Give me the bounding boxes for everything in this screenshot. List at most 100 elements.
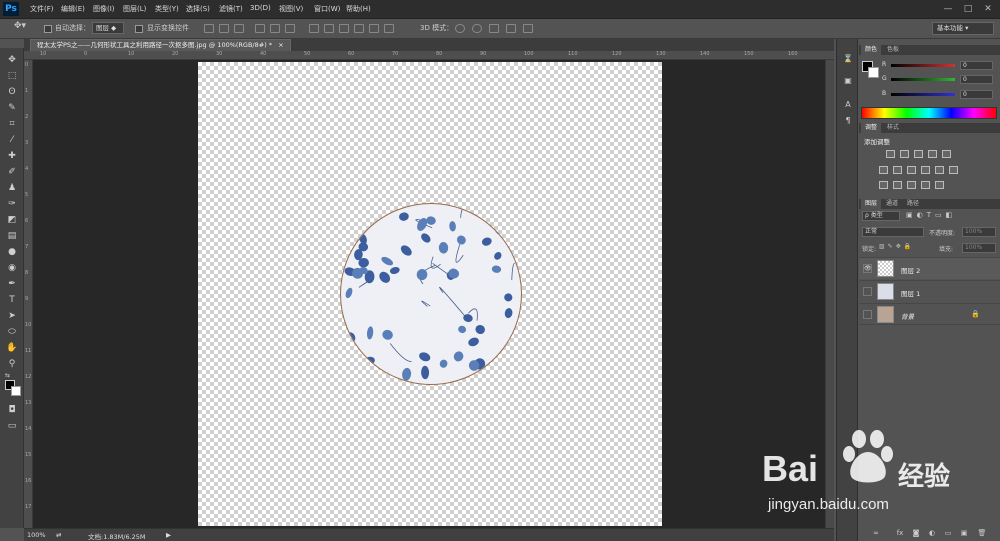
hue-saturation-icon[interactable] [879,166,888,174]
brightness-contrast-icon[interactable] [886,150,895,158]
tab-styles[interactable]: 样式 [883,123,903,133]
layer-name[interactable]: 背景 [901,311,914,321]
history-brush-tool-icon[interactable]: ✑ [5,198,19,210]
posterize-icon[interactable] [893,181,902,189]
link-layers-icon[interactable]: ∞ [871,529,881,538]
distribute-vcenter-icon[interactable] [324,24,334,33]
color-spectrum-ramp[interactable] [861,107,997,119]
delete-layer-icon[interactable]: 🗑 [977,529,987,538]
opacity-field[interactable]: 100% [962,227,996,237]
distribute-bottom-icon[interactable] [339,24,349,33]
blend-mode-dropdown[interactable]: 正常 [862,227,924,237]
align-left-icon[interactable] [255,24,265,33]
color-lookup-icon[interactable] [949,166,958,174]
tab-color[interactable]: 颜色 [861,45,882,55]
distribute-left-icon[interactable] [354,24,364,33]
swap-colors-icon[interactable]: ⇆ [5,372,19,380]
channel-mixer-icon[interactable] [935,166,944,174]
zoom-tool-icon[interactable]: ⚲ [5,358,19,370]
layer-row[interactable]: 背景 🔒 [859,303,1000,325]
path-selection-tool-icon[interactable]: ➤ [5,310,19,322]
gradient-tool-icon[interactable]: ▤ [5,230,19,242]
hand-tool-icon[interactable]: ✋ [5,342,19,354]
color-balance-icon[interactable] [893,166,902,174]
type-tool-icon[interactable]: T [5,294,19,306]
vertical-scrollbar[interactable] [825,60,834,528]
paragraph-panel-icon[interactable]: ¶ [841,115,855,127]
3d-roll-icon[interactable] [472,24,482,33]
layer-row[interactable]: 👁 图层 2 [859,257,1000,279]
history-panel-icon[interactable]: ⌛ [841,53,855,65]
3d-pan-icon[interactable] [489,24,499,33]
layer-style-icon[interactable]: fx [895,529,905,538]
menu-window[interactable]: 窗口(W) [314,4,340,14]
screen-mode-icon[interactable]: ▭ [5,420,19,432]
channel-b-slider[interactable] [891,93,955,96]
vibrance-icon[interactable] [942,150,951,158]
eyedropper-tool-icon[interactable]: ⁄ [5,134,19,146]
auto-select-dropdown[interactable]: 图层 ◆ [92,22,124,34]
tab-layers[interactable]: 图层 [861,199,882,209]
tab-channels[interactable]: 通道 [882,199,902,209]
close-window-button[interactable]: ✕ [978,1,998,17]
selective-color-icon[interactable] [935,181,944,189]
visibility-eye-icon[interactable]: 👁 [863,264,872,273]
crop-tool-icon[interactable]: ⌗ [5,118,19,130]
fill-field[interactable]: 100% [962,243,996,253]
new-layer-icon[interactable]: ▣ [959,529,969,538]
levels-icon[interactable] [900,150,909,158]
quick-mask-icon[interactable]: ◘ [5,404,19,416]
minimize-button[interactable]: — [938,1,958,17]
properties-panel-icon[interactable]: ▣ [841,75,855,87]
distribute-right-icon[interactable] [384,24,394,33]
eraser-tool-icon[interactable]: ◩ [5,214,19,226]
black-white-icon[interactable] [907,166,916,174]
menu-help[interactable]: 帮助(H) [346,4,371,14]
ellipse-tool-icon[interactable]: ⬭ [5,326,19,338]
distribute-hcenter-icon[interactable] [369,24,379,33]
tab-paths[interactable]: 路径 [903,199,923,209]
marquee-tool-icon[interactable]: ⬚ [5,70,19,82]
clone-stamp-tool-icon[interactable]: ♟ [5,182,19,194]
menu-file[interactable]: 文件(F) [30,4,54,14]
channel-g-slider[interactable] [891,78,955,81]
distribute-top-icon[interactable] [309,24,319,33]
menu-image[interactable]: 图像(I) [93,4,115,14]
visibility-toggle-icon[interactable] [863,310,872,319]
menu-layer[interactable]: 图层(L) [123,4,146,14]
layer-row[interactable]: 图层 1 [859,280,1000,302]
invert-icon[interactable] [879,181,888,189]
channel-r-value[interactable]: 0 [960,61,993,70]
color-background-swatch[interactable] [868,67,879,78]
status-menu-arrow-icon[interactable]: ▶ [166,531,171,539]
align-hcenter-icon[interactable] [270,24,280,33]
layer-filter-dropdown[interactable]: ρ 类型 [862,211,900,221]
move-tool-icon[interactable]: ✥ [5,54,19,66]
show-transform-checkbox[interactable] [135,25,143,33]
tab-adjustments[interactable]: 调整 [861,123,882,133]
brush-tool-icon[interactable]: ✐ [5,166,19,178]
menu-3d[interactable]: 3D(D) [250,4,271,12]
new-adjustment-icon[interactable]: ◐ [927,529,937,538]
move-tool-icon[interactable]: ✥▾ [14,21,26,31]
document-tab[interactable]: 程太太学PS之——几何形状工具之利用路径一次抠多图.jpg @ 100%(RGB… [30,39,291,51]
auto-select-checkbox[interactable] [44,25,52,33]
workspace-dropdown[interactable]: 基本功能 ▾ [932,22,994,35]
channel-g-value[interactable]: 0 [960,75,993,84]
align-top-icon[interactable] [204,24,214,33]
pen-tool-icon[interactable]: ✒ [5,278,19,290]
curves-icon[interactable] [914,150,923,158]
document-tab-close-icon[interactable]: × [278,41,283,49]
3d-slide-icon[interactable] [506,24,516,33]
channel-b-value[interactable]: 0 [960,90,993,99]
new-group-icon[interactable]: ▭ [943,529,953,538]
lasso-tool-icon[interactable]: ʘ [5,86,19,98]
lock-icons[interactable]: ▧✎✥🔒 [879,243,923,252]
background-color-swatch[interactable] [11,386,21,396]
tab-swatches[interactable]: 色板 [883,45,903,55]
align-bottom-icon[interactable] [234,24,244,33]
status-share-icon[interactable]: ⇄ [56,531,61,539]
3d-scale-icon[interactable] [523,24,533,33]
layer-name[interactable]: 图层 2 [901,265,920,275]
gradient-map-icon[interactable] [921,181,930,189]
